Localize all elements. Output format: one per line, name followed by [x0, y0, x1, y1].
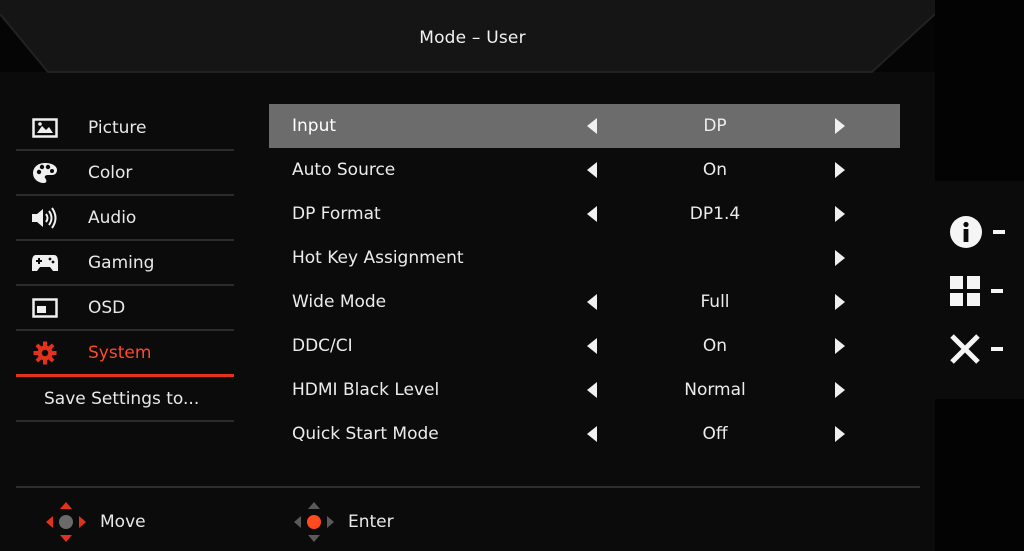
setting-row-hdmi-black-level[interactable]: HDMI Black Level Normal	[269, 368, 900, 412]
setting-value: On	[702, 336, 728, 356]
setting-label: Wide Mode	[292, 292, 387, 312]
sidebar-item-label: Color	[88, 162, 133, 183]
arrow-right-icon[interactable]	[835, 162, 845, 178]
info-button[interactable]	[949, 212, 1021, 252]
gamepad-icon	[30, 251, 60, 275]
setting-value: On	[702, 160, 728, 180]
move-label: Move	[100, 512, 146, 532]
enter-label: Enter	[348, 512, 394, 532]
arrow-left-icon[interactable]	[587, 382, 597, 398]
footer-divider	[16, 486, 920, 488]
sidebar-item-label: Save Settings to...	[44, 388, 200, 409]
setting-value: Full	[700, 292, 730, 312]
arrow-right-icon[interactable]	[835, 206, 845, 222]
dash-mark	[991, 347, 1003, 351]
setting-value: Off	[702, 424, 728, 444]
menu-button[interactable]	[949, 271, 1021, 311]
sidebar-item-label: Picture	[88, 117, 147, 138]
close-button[interactable]	[949, 329, 1021, 369]
arrow-left-icon[interactable]	[587, 206, 597, 222]
palette-icon	[30, 161, 60, 185]
arrow-right-icon[interactable]	[835, 382, 845, 398]
info-icon	[950, 216, 982, 248]
setting-row-dp-format[interactable]: DP Format DP1.4	[269, 192, 900, 236]
arrow-left-icon[interactable]	[587, 338, 597, 354]
setting-row-wide-mode[interactable]: Wide Mode Full	[269, 280, 900, 324]
settings-panel: Input DP Auto Source On DP Format DP1.4 …	[269, 104, 900, 456]
setting-label: DP Format	[292, 204, 381, 224]
setting-row-quick-start-mode[interactable]: Quick Start Mode Off	[269, 412, 900, 456]
sidebar-item-label: OSD	[88, 297, 126, 318]
setting-label: HDMI Black Level	[292, 380, 440, 400]
sidebar-item-picture[interactable]: Picture	[16, 106, 234, 151]
setting-row-input[interactable]: Input DP	[269, 104, 900, 148]
sidebar-item-save-settings[interactable]: Save Settings to...	[16, 377, 234, 422]
arrow-left-icon[interactable]	[587, 294, 597, 310]
osd-window-icon	[30, 296, 60, 320]
arrow-right-icon[interactable]	[835, 426, 845, 442]
sidebar-item-gaming[interactable]: Gaming	[16, 241, 234, 286]
sidebar-item-osd[interactable]: OSD	[16, 286, 234, 331]
close-icon	[950, 334, 980, 364]
picture-icon	[30, 116, 60, 140]
setting-label: Quick Start Mode	[292, 424, 439, 444]
arrow-left-icon[interactable]	[587, 162, 597, 178]
setting-label: Input	[292, 116, 337, 136]
arrow-right-icon[interactable]	[835, 338, 845, 354]
sidebar: Picture Color Audio Gaming OSD System Sa…	[16, 106, 234, 422]
move-dpad-icon	[46, 502, 86, 542]
arrow-right-icon[interactable]	[835, 294, 845, 310]
setting-row-ddc-ci[interactable]: DDC/CI On	[269, 324, 900, 368]
page-title: Mode – User	[419, 28, 526, 48]
setting-label: DDC/CI	[292, 336, 353, 356]
gear-icon	[30, 341, 60, 365]
setting-row-auto-source[interactable]: Auto Source On	[269, 148, 900, 192]
arrow-right-icon[interactable]	[835, 118, 845, 134]
move-hint: Move	[44, 500, 146, 544]
sidebar-item-label: Gaming	[88, 252, 155, 273]
setting-value: Normal	[684, 380, 746, 400]
key-guide-panel	[935, 181, 1024, 399]
arrow-left-icon[interactable]	[587, 118, 597, 134]
sidebar-item-audio[interactable]: Audio	[16, 196, 234, 241]
grid-icon	[950, 276, 980, 306]
setting-label: Auto Source	[292, 160, 396, 180]
setting-value: DP1.4	[689, 204, 741, 224]
sidebar-item-label: System	[88, 342, 152, 363]
dash-mark	[993, 230, 1005, 234]
sidebar-item-color[interactable]: Color	[16, 151, 234, 196]
setting-value: DP	[703, 116, 727, 136]
sidebar-item-system[interactable]: System	[16, 331, 234, 377]
sidebar-item-label: Audio	[88, 207, 137, 228]
enter-dpad-icon	[294, 502, 334, 542]
speaker-icon	[30, 206, 60, 230]
arrow-left-icon[interactable]	[587, 426, 597, 442]
dash-mark	[991, 289, 1003, 293]
setting-row-hot-key-assignment[interactable]: Hot Key Assignment	[269, 236, 900, 280]
arrow-right-icon[interactable]	[835, 250, 845, 266]
header-notch-decoration	[0, 0, 935, 73]
enter-hint: Enter	[292, 500, 394, 544]
setting-label: Hot Key Assignment	[292, 248, 464, 268]
